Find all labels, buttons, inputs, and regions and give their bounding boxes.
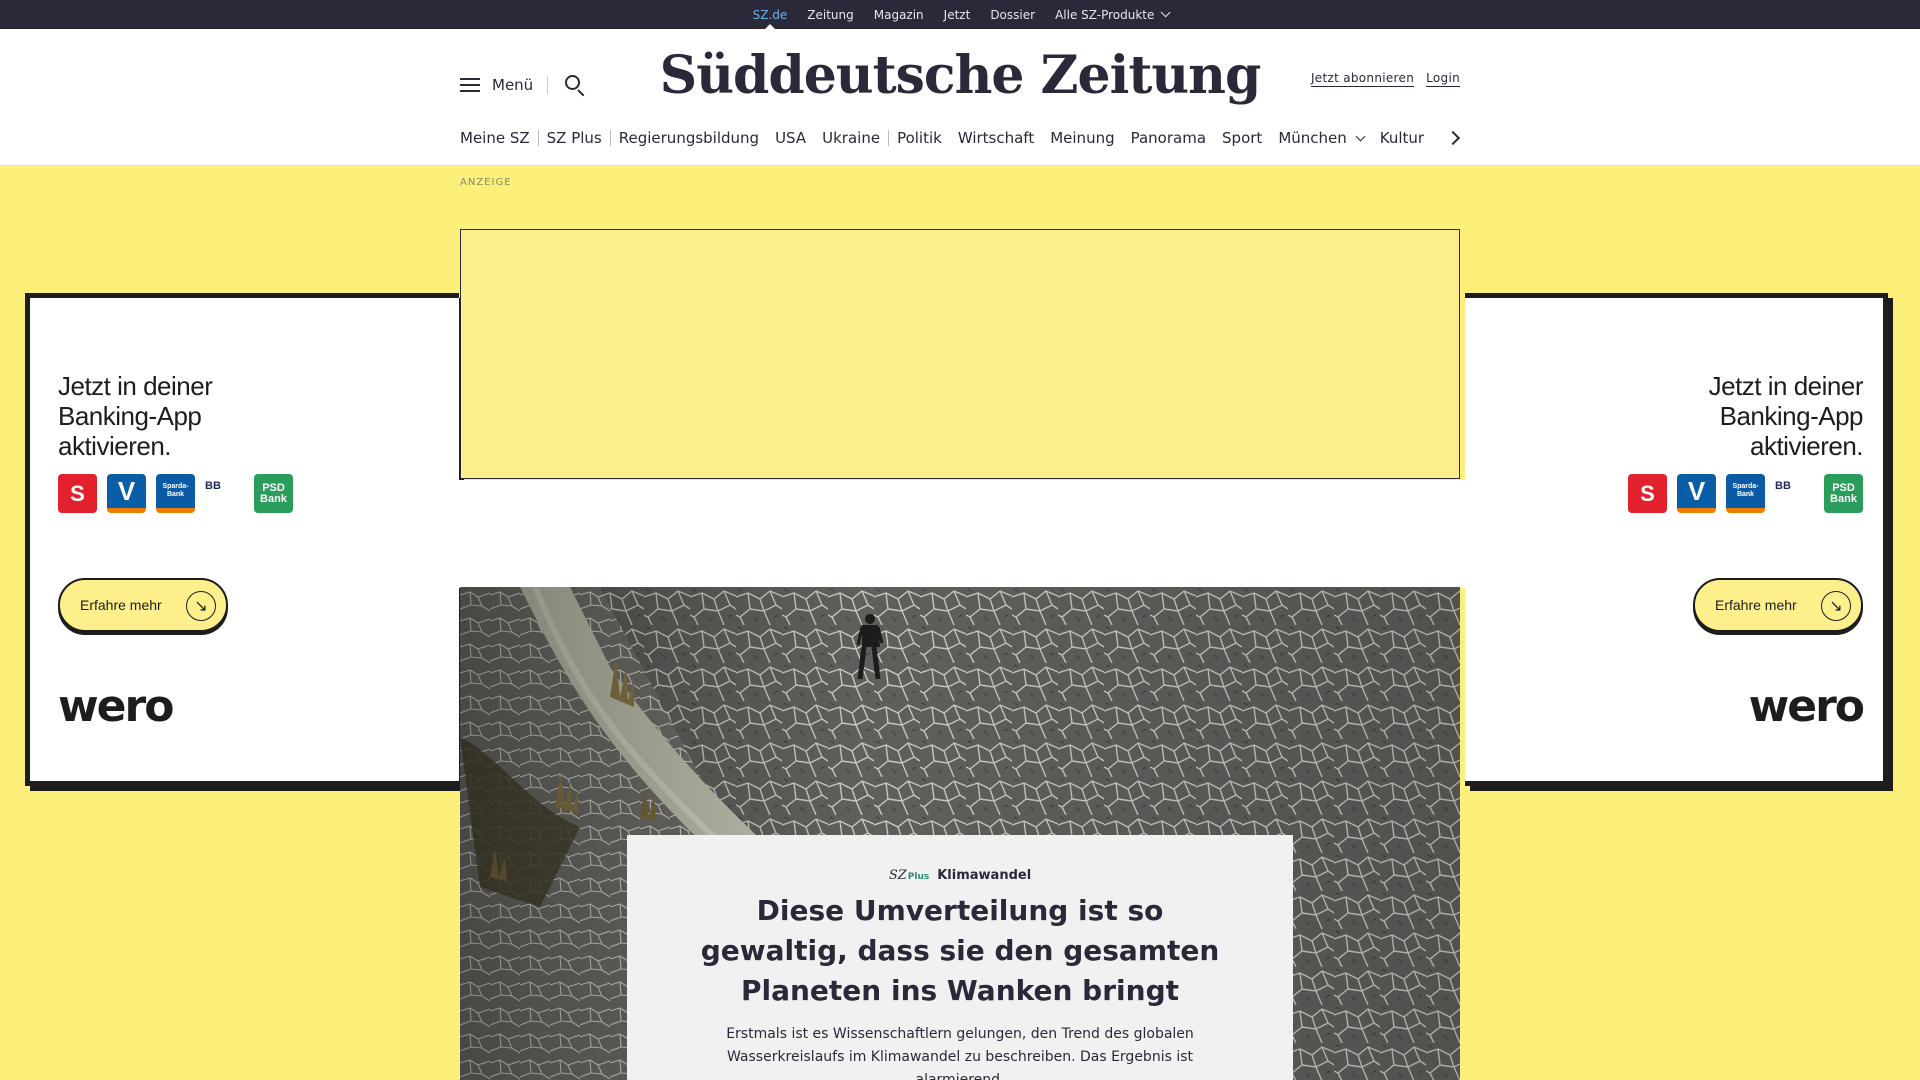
bbbank-logo: BB bbox=[205, 474, 244, 513]
ad-headline: Jetzt in deiner Banking-App aktivieren. bbox=[1708, 371, 1864, 461]
article-headline[interactable]: Diese Umverteilung ist so gewaltig, dass… bbox=[680, 891, 1240, 1011]
nav-item-meinung[interactable]: Meinung bbox=[1042, 129, 1122, 147]
topbar-all-products-label: Alle SZ-Produkte bbox=[1055, 7, 1155, 22]
nav-item-kultur[interactable]: Kultur bbox=[1372, 129, 1432, 147]
site-logo[interactable]: Süddeutsche Zeitung bbox=[0, 45, 1920, 106]
ad-headline-line: aktivieren. bbox=[58, 431, 172, 461]
article-teaser[interactable]: SZPlus Klimawandel Diese Umverteilung is… bbox=[627, 835, 1293, 1080]
article-kicker: SZPlus Klimawandel bbox=[627, 868, 1293, 883]
nav-item-politik[interactable]: Politik bbox=[889, 129, 950, 147]
nav-item-muenchen-label: München bbox=[1278, 129, 1347, 147]
main-navigation: Meine SZ SZ Plus Regierungsbildung USA U… bbox=[460, 129, 1432, 147]
login-link[interactable]: Login bbox=[1426, 71, 1460, 87]
chevron-down-icon bbox=[1161, 7, 1171, 18]
learn-more-label: Erfahre mehr bbox=[80, 597, 162, 613]
sparda-bank-logo: Sparda-Bank bbox=[156, 474, 195, 513]
ad-headline-line: Banking-App bbox=[1719, 401, 1864, 431]
arrow-down-right-icon: ↘ bbox=[186, 591, 216, 621]
nav-item-wirtschaft[interactable]: Wirtschaft bbox=[950, 129, 1042, 147]
nav-item-panorama[interactable]: Panorama bbox=[1123, 129, 1214, 147]
sz-plus-badge: SZPlus bbox=[889, 868, 929, 883]
wero-logo: wero bbox=[1748, 681, 1865, 732]
arrow-down-right-icon: ↘ bbox=[1821, 591, 1851, 621]
volksbank-logo: V bbox=[107, 474, 146, 513]
bank-logos: S V Sparda-Bank BB PSD Bank bbox=[58, 474, 293, 513]
side-ad-right[interactable]: Jetzt in deiner Banking-App aktivieren. … bbox=[1465, 293, 1888, 786]
topbar-link-zeitung[interactable]: Zeitung bbox=[797, 0, 863, 29]
nav-item-usa[interactable]: USA bbox=[767, 129, 814, 147]
bbbank-logo: BB bbox=[1775, 474, 1814, 513]
learn-more-button[interactable]: Erfahre mehr ↘ bbox=[58, 578, 228, 632]
side-ad-left[interactable]: Jetzt in deiner Banking-App aktivieren. … bbox=[25, 293, 459, 786]
article-lead: Erstmals ist es Wissenschaftlern gelunge… bbox=[726, 1026, 1194, 1080]
article-topic: Klimawandel bbox=[937, 868, 1032, 883]
ad-headline-line: Jetzt in deiner bbox=[1708, 371, 1864, 401]
content-spacer bbox=[452, 480, 1468, 588]
chevron-down-icon bbox=[1355, 131, 1366, 141]
nav-item-sport[interactable]: Sport bbox=[1214, 129, 1270, 147]
topbar-link-all-products[interactable]: Alle SZ-Produkte bbox=[1045, 0, 1177, 29]
volksbank-logo: V bbox=[1677, 474, 1716, 513]
nav-item-regierungsbildung[interactable]: Regierungsbildung bbox=[611, 129, 767, 147]
nav-item-muenchen[interactable]: München bbox=[1270, 129, 1371, 147]
ad-headline: Jetzt in deiner Banking-App aktivieren. bbox=[58, 371, 213, 461]
psd-bank-logo: PSD Bank bbox=[254, 474, 293, 513]
learn-more-button[interactable]: Erfahre mehr ↘ bbox=[1693, 578, 1863, 632]
topbar-link-magazin[interactable]: Magazin bbox=[864, 0, 934, 29]
topbar-link-jetzt[interactable]: Jetzt bbox=[934, 0, 981, 29]
sparda-bank-logo: Sparda-Bank bbox=[1726, 474, 1765, 513]
ad-headline-line: aktivieren. bbox=[1750, 431, 1864, 461]
wero-logo: wero bbox=[58, 681, 174, 732]
sz-plus-brand: SZ bbox=[888, 868, 907, 883]
topbar-link-dossier[interactable]: Dossier bbox=[980, 0, 1045, 29]
nav-item-sz-plus[interactable]: SZ Plus bbox=[539, 129, 610, 147]
bank-logos: S V Sparda-Bank BB PSD Bank bbox=[1628, 474, 1863, 513]
auth-links: Jetzt abonnieren Login bbox=[1310, 71, 1460, 87]
nav-item-ukraine[interactable]: Ukraine bbox=[814, 129, 888, 147]
ad-label: ANZEIGE bbox=[460, 177, 512, 188]
chevron-right-icon[interactable] bbox=[1445, 130, 1461, 146]
product-bar: SZ.de Zeitung Magazin Jetzt Dossier Alle… bbox=[0, 0, 1920, 29]
sparkasse-logo: S bbox=[58, 474, 97, 513]
ad-headline-line: Banking-App bbox=[58, 401, 202, 431]
ad-headline-line: Jetzt in deiner bbox=[58, 371, 213, 401]
sz-plus-suffix: Plus bbox=[907, 872, 930, 882]
sparkasse-logo: S bbox=[1628, 474, 1667, 513]
subscribe-link[interactable]: Jetzt abonnieren bbox=[1310, 71, 1415, 87]
psd-bank-logo: PSD Bank bbox=[1824, 474, 1863, 513]
banner-ad-slot[interactable] bbox=[460, 229, 1460, 479]
site-header: Menü Süddeutsche Zeitung Jetzt abonniere… bbox=[0, 29, 1920, 166]
nav-item-meine-sz[interactable]: Meine SZ bbox=[460, 129, 538, 147]
topbar-link-szde[interactable]: SZ.de bbox=[743, 0, 798, 29]
learn-more-label: Erfahre mehr bbox=[1715, 597, 1797, 613]
